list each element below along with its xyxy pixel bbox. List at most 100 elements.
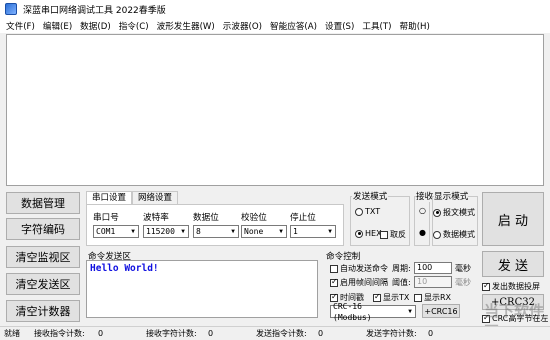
checkbox-checked-icon xyxy=(482,281,490,291)
status-bar: 就绪 接收指令计数: 0 接收字符计数: 0 发送指令计数: 0 发送字符计数:… xyxy=(0,326,550,340)
parity-select[interactable]: None ▼ xyxy=(241,225,287,238)
display-mode-data-label: 数据模式 xyxy=(443,230,475,239)
settings-tabs: 串口设置 网络设置 xyxy=(86,191,179,205)
threshold-unit: 毫秒 xyxy=(455,278,471,287)
radio-icon xyxy=(433,230,441,239)
radio-selected-icon xyxy=(355,229,363,238)
checkbox-icon xyxy=(380,230,388,239)
threshold-input[interactable]: 10 xyxy=(414,276,452,288)
chevron-down-icon: ▼ xyxy=(131,228,135,235)
menu-file[interactable]: 文件(F) xyxy=(2,20,39,32)
chevron-down-icon: ▼ xyxy=(231,228,235,235)
baud-value: 115200 xyxy=(146,227,175,236)
menu-data[interactable]: 数据(D) xyxy=(76,20,115,32)
char-encoding-button[interactable]: 字符编码 xyxy=(6,218,80,240)
command-text: Hello World! xyxy=(90,263,159,274)
port-value: COM1 xyxy=(96,227,116,236)
display-mode-title: 显示模式 xyxy=(434,190,469,202)
send-mode-txt-label: TXT xyxy=(365,207,381,216)
tab-serial-settings[interactable]: 串口设置 xyxy=(86,191,133,205)
databits-value: 8 xyxy=(196,227,201,236)
baud-label: 波特率 xyxy=(143,213,169,223)
tab-network-settings[interactable]: 网络设置 xyxy=(132,191,179,205)
stopbits-label: 停止位 xyxy=(290,213,316,223)
send-button[interactable]: 发 送 xyxy=(482,251,544,277)
menu-tools[interactable]: 工具(T) xyxy=(358,20,395,32)
recv-cmd-count-label: 接收指令计数: xyxy=(34,329,85,338)
receive-group xyxy=(414,196,430,246)
menu-oscilloscope[interactable]: 示波器(O) xyxy=(219,20,266,32)
menu-settings[interactable]: 设置(S) xyxy=(321,20,358,32)
cmd-control-title: 命令控制 xyxy=(326,252,361,262)
recv-char-count-label: 接收字符计数: xyxy=(146,329,197,338)
port-label: 串口号 xyxy=(93,213,119,223)
frame-interval-label: 启用帧间间隔 xyxy=(340,278,388,287)
send-mode-txt[interactable]: TXT xyxy=(355,207,380,216)
show-rx-checkbox[interactable]: 显示RX xyxy=(414,292,451,303)
auto-send-checkbox[interactable]: 自动发送命令 xyxy=(330,263,388,274)
display-mode-text-label: 报文模式 xyxy=(443,208,475,217)
title-bar: 深蓝串口网络调试工具 2022春季版 xyxy=(0,0,550,18)
display-mode-text[interactable]: 报文模式 xyxy=(433,207,475,218)
display-mode-data[interactable]: 数据模式 xyxy=(433,229,475,240)
recv-cmd-count-value: 0 xyxy=(98,329,104,338)
crc16-button[interactable]: +CRC16 xyxy=(422,304,460,318)
receive-option-2[interactable]: ● xyxy=(419,228,426,237)
auto-send-label: 自动发送命令 xyxy=(340,264,388,273)
crc-mode-value: CRC-16 (Modbus) xyxy=(333,301,372,322)
menu-bar: 文件(F) 编辑(E) 数据(D) 指令(C) 波形发生器(W) 示波器(O) … xyxy=(0,18,550,33)
parity-value: None xyxy=(244,227,264,236)
send-char-count-label: 发送字符计数: xyxy=(366,329,417,338)
chevron-down-icon: ▼ xyxy=(181,228,185,235)
parity-label: 校验位 xyxy=(241,213,267,223)
show-send-data-label: 发出数据投屏 xyxy=(492,282,540,291)
databits-label: 数据位 xyxy=(193,213,219,223)
frame-interval-checkbox[interactable]: 启用帧间间隔 xyxy=(330,277,388,288)
clear-counters-button[interactable]: 清空计数器 xyxy=(6,300,80,322)
chevron-down-icon: ▼ xyxy=(408,308,412,315)
checkbox-icon xyxy=(414,293,422,302)
menu-edit[interactable]: 编辑(E) xyxy=(39,20,76,32)
threshold-label: 阈值: xyxy=(392,278,411,287)
crc-mode-select[interactable]: CRC-16 (Modbus) ▼ xyxy=(330,302,416,322)
period-input[interactable]: 100 xyxy=(414,262,452,274)
send-mode-hex[interactable]: HEX xyxy=(355,229,382,238)
receive-title: 接收 xyxy=(416,190,434,202)
port-select[interactable]: COM1 ▼ xyxy=(93,225,139,238)
stopbits-value: 1 xyxy=(293,227,298,236)
show-send-data-checkbox[interactable]: 发出数据投屏 xyxy=(482,281,540,292)
radio-selected-icon xyxy=(433,208,441,217)
checkbox-checked-icon xyxy=(330,277,338,287)
radio-icon xyxy=(355,207,363,216)
window-title: 深蓝串口网络调试工具 2022春季版 xyxy=(23,5,166,16)
send-cmd-count-value: 0 xyxy=(318,329,324,338)
command-send-textarea[interactable]: Hello World! xyxy=(86,260,318,318)
clear-monitor-button[interactable]: 清空监视区 xyxy=(6,246,80,268)
receive-option-1[interactable]: ○ xyxy=(419,206,426,215)
data-management-button[interactable]: 数据管理 xyxy=(6,192,80,214)
menu-command[interactable]: 指令(C) xyxy=(115,20,153,32)
stopbits-select[interactable]: 1 ▼ xyxy=(290,225,336,238)
chevron-down-icon: ▼ xyxy=(279,228,283,235)
menu-waveform[interactable]: 波形发生器(W) xyxy=(153,20,219,32)
send-char-count-value: 0 xyxy=(428,329,434,338)
period-unit: 毫秒 xyxy=(455,264,471,273)
databits-select[interactable]: 8 ▼ xyxy=(193,225,239,238)
monitor-area[interactable] xyxy=(6,34,544,186)
period-label: 周期: xyxy=(392,264,411,273)
chevron-down-icon: ▼ xyxy=(328,228,332,235)
send-mode-title: 发送模式 xyxy=(352,190,389,202)
checkbox-icon xyxy=(330,264,338,273)
recv-char-count-value: 0 xyxy=(208,329,214,338)
serial-settings-panel: 串口号 COM1 ▼ 波特率 115200 ▼ 数据位 8 ▼ 校验位 None ▼ 停… xyxy=(86,204,344,246)
status-ready: 就绪 xyxy=(4,329,20,338)
start-button[interactable]: 启 动 xyxy=(482,192,544,246)
show-rx-label: 显示RX xyxy=(424,293,452,302)
reverse-label: 取反 xyxy=(390,230,406,239)
baud-select[interactable]: 115200 ▼ xyxy=(143,225,189,238)
clear-send-button[interactable]: 清空发送区 xyxy=(6,273,80,295)
app-icon xyxy=(5,3,17,15)
menu-smart-reply[interactable]: 智能应答(A) xyxy=(266,20,321,32)
menu-help[interactable]: 帮助(H) xyxy=(396,20,434,32)
reverse-checkbox[interactable]: 取反 xyxy=(380,229,406,240)
